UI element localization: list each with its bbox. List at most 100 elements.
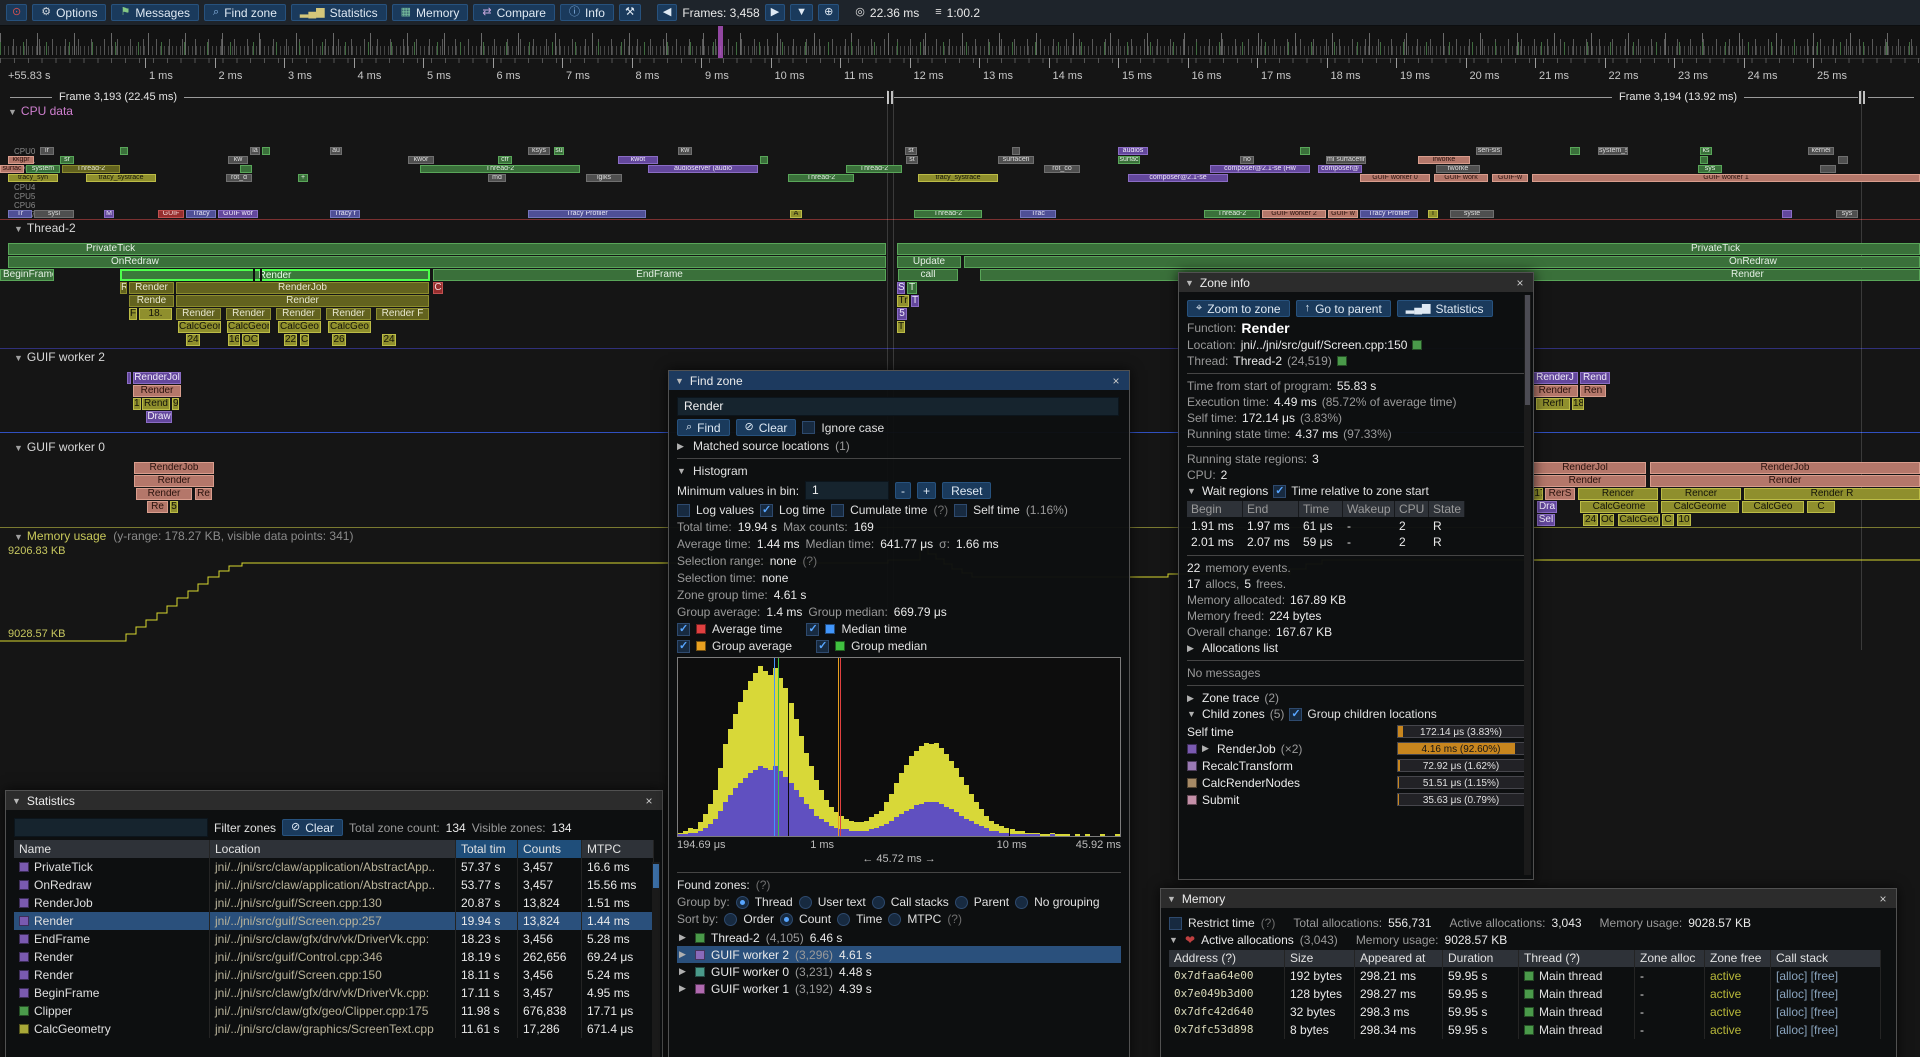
zone-trace-header[interactable]: ▶Zone trace(2)	[1187, 691, 1525, 705]
table-row-privatetick[interactable]: PrivateTickjni/../jni/src/claw/applicati…	[14, 858, 654, 876]
table-row-render[interactable]: Renderjni/../jni/src/guif/Screen.cpp:150…	[14, 966, 654, 984]
expand-icon[interactable]: ▶	[679, 949, 689, 960]
collapse-icon[interactable]: ▼	[677, 466, 687, 476]
find-button[interactable]: ⌕ Find	[677, 419, 730, 436]
allocation-row[interactable]: 0x7dfc42d64032 bytes298.3 ms59.95 sMain …	[1169, 1003, 1888, 1021]
wait-column-end[interactable]: End	[1243, 501, 1299, 517]
table-row-calcgeometry[interactable]: CalcGeometryjni/../jni/src/claw/graphics…	[14, 1020, 654, 1038]
scrollbar-thumb[interactable]	[653, 864, 659, 888]
sort-by-radio-order[interactable]	[724, 913, 737, 926]
wait-column-state[interactable]: State	[1429, 501, 1465, 517]
column-header-thread[interactable]: Thread (?)	[1519, 950, 1635, 967]
close-icon[interactable]: ×	[1513, 276, 1527, 290]
wait-region-row[interactable]: 2.01 ms2.07 ms59 μs-2R	[1187, 534, 1525, 550]
child-zone-renderjob[interactable]: ▶RenderJob(×2)4.16 ms (92.60%)	[1187, 740, 1525, 757]
column-header-name[interactable]: Name	[14, 840, 210, 858]
active-allocations-header[interactable]: ▼❤Active allocations(3,043)Memory usage:…	[1169, 933, 1888, 947]
time-relative-checkbox[interactable]	[1273, 485, 1286, 498]
sort-by-radio-count[interactable]	[780, 913, 793, 926]
table-row-beginframe[interactable]: BeginFramejni/../jni/src/claw/gfx/drv/vk…	[14, 984, 654, 1002]
allocations-list-header[interactable]: ▶Allocations list	[1187, 641, 1525, 655]
bin-increase-button[interactable]: +	[917, 482, 936, 499]
table-row-clipper[interactable]: Clipperjni/../jni/src/claw/gfx/geo/Clipp…	[14, 1002, 654, 1020]
statistics-titlebar[interactable]: ▼ Statistics ×	[6, 791, 662, 810]
group-by-radio-no-grouping[interactable]	[1015, 896, 1028, 909]
wait-column-time[interactable]: Time	[1299, 501, 1343, 517]
cumulate-time-checkbox[interactable]	[831, 504, 844, 517]
statistics-table-header[interactable]: NameLocationTotal timCountsMTPC	[14, 840, 654, 858]
close-icon[interactable]: ×	[1876, 892, 1890, 906]
log-time-checkbox[interactable]	[760, 504, 773, 517]
table-row-renderjob[interactable]: RenderJobjni/../jni/src/guif/Screen.cpp:…	[14, 894, 654, 912]
help-icon[interactable]: (?)	[1261, 916, 1276, 930]
column-header-total-tim[interactable]: Total tim	[456, 840, 518, 858]
column-header-call-stack[interactable]: Call stack	[1771, 950, 1881, 967]
child-zone-recalctransform[interactable]: RecalcTransform72.92 μs (1.62%)	[1187, 757, 1525, 774]
zone-info-scrollbar[interactable]	[1524, 295, 1531, 875]
expand-icon[interactable]: ▶	[1187, 643, 1197, 654]
column-header-duration[interactable]: Duration	[1443, 950, 1519, 967]
column-header-address[interactable]: Address (?)	[1169, 950, 1285, 967]
group-children-checkbox[interactable]	[1289, 708, 1302, 721]
zone-group-guif-worker-2[interactable]: ▶GUIF worker 2(3,296)4.61 s	[677, 946, 1121, 963]
expand-icon[interactable]: ▶	[679, 966, 689, 977]
restrict-time-checkbox[interactable]	[1169, 917, 1182, 930]
help-icon[interactable]: (?)	[933, 503, 948, 517]
column-header-counts[interactable]: Counts	[518, 840, 582, 858]
self-time-checkbox[interactable]	[954, 504, 967, 517]
clear-button[interactable]: ⊘ Clear	[736, 419, 797, 436]
memory-titlebar[interactable]: ▼ Memory ×	[1161, 889, 1896, 908]
histogram-plot[interactable]	[677, 657, 1121, 837]
zoom-to-zone-button[interactable]: ⌖Zoom to zone	[1187, 300, 1290, 317]
allocation-row[interactable]: 0x7dfaa64e00192 bytes298.21 ms59.95 sMai…	[1169, 967, 1888, 985]
go-to-parent-button[interactable]: ↑Go to parent	[1296, 300, 1391, 317]
bin-input[interactable]: 1	[805, 481, 889, 500]
table-row-render[interactable]: Renderjni/../jni/src/guif/Screen.cpp:257…	[14, 912, 654, 930]
collapse-icon[interactable]: ▼	[1167, 894, 1176, 904]
collapse-icon[interactable]: ▼	[1187, 709, 1197, 719]
scrollbar-thumb[interactable]	[1525, 295, 1530, 405]
collapse-icon[interactable]: ▼	[12, 796, 21, 806]
group-by-radio-parent[interactable]	[955, 896, 968, 909]
close-icon[interactable]: ×	[1109, 374, 1123, 388]
table-row-endframe[interactable]: EndFramejni/../jni/src/claw/gfx/drv/vk/D…	[14, 930, 654, 948]
collapse-icon[interactable]: ▼	[1187, 486, 1197, 496]
average-time-checkbox[interactable]	[677, 623, 690, 636]
group-average-checkbox[interactable]	[677, 640, 690, 653]
statistics-button[interactable]: ▂▄▆Statistics	[1397, 300, 1493, 317]
allocation-row[interactable]: 0x7dfc53d8988 bytes298.34 ms59.95 sMain …	[1169, 1021, 1888, 1039]
wait-column-wakeup[interactable]: Wakeup	[1343, 501, 1395, 517]
help-icon[interactable]: (?)	[756, 878, 771, 892]
reset-button[interactable]: Reset	[942, 482, 991, 499]
child-zone-self-time[interactable]: Self time172.14 μs (3.83%)	[1187, 723, 1525, 740]
column-header-zone-free[interactable]: Zone free	[1705, 950, 1771, 967]
clear-filter-button[interactable]: ⊘ Clear	[282, 819, 343, 836]
expand-icon[interactable]: ▶	[1202, 743, 1212, 754]
table-row-onredraw[interactable]: OnRedrawjni/../jni/src/claw/application/…	[14, 876, 654, 894]
filter-input[interactable]	[14, 818, 208, 837]
collapse-icon[interactable]: ▼	[1169, 935, 1179, 945]
zone-group-guif-worker-1[interactable]: ▶GUIF worker 1(3,192)4.39 s	[677, 980, 1121, 997]
group-by-radio-call-stacks[interactable]	[872, 896, 885, 909]
wait-column-cpu[interactable]: CPU	[1395, 501, 1429, 517]
group-by-radio-user-text[interactable]	[799, 896, 812, 909]
group-by-radio-thread[interactable]	[736, 896, 749, 909]
expand-icon[interactable]: ▶	[1187, 693, 1197, 704]
median-time-checkbox[interactable]	[806, 623, 819, 636]
collapse-icon[interactable]: ▼	[675, 376, 684, 386]
statistics-scrollbar[interactable]	[652, 862, 660, 1057]
wait-region-row[interactable]: 1.91 ms1.97 ms61 μs-2R	[1187, 518, 1525, 534]
zone-group-thread-2[interactable]: ▶Thread-2(4,105)6.46 s	[677, 929, 1121, 946]
column-header-appeared-at[interactable]: Appeared at	[1355, 950, 1443, 967]
collapse-icon[interactable]: ▶	[677, 441, 687, 452]
help-icon[interactable]: (?)	[947, 912, 962, 926]
table-row-render[interactable]: Renderjni/../jni/src/guif/Control.cpp:34…	[14, 948, 654, 966]
child-zone-submit[interactable]: Submit35.63 μs (0.79%)	[1187, 791, 1525, 808]
column-header-location[interactable]: Location	[210, 840, 456, 858]
column-header-mtpc[interactable]: MTPC	[582, 840, 654, 858]
sort-by-radio-time[interactable]	[837, 913, 850, 926]
zone-info-titlebar[interactable]: ▼ Zone info ×	[1179, 273, 1533, 292]
close-icon[interactable]: ×	[642, 794, 656, 808]
sort-by-radio-mtpc[interactable]	[888, 913, 901, 926]
expand-icon[interactable]: ▶	[679, 983, 689, 994]
